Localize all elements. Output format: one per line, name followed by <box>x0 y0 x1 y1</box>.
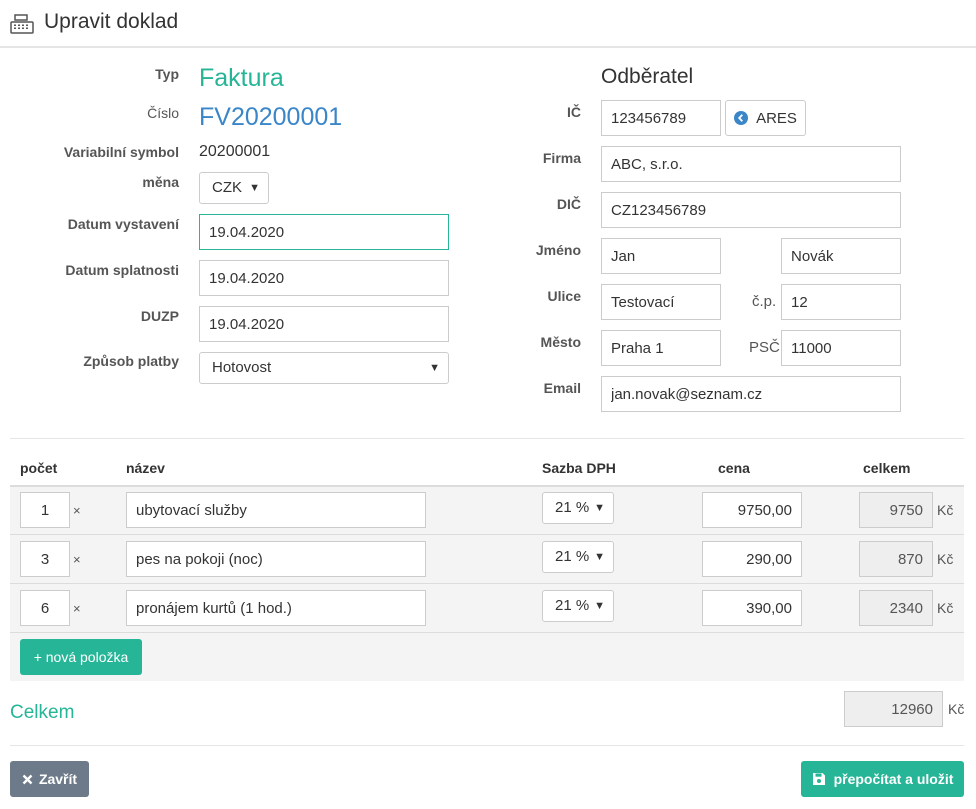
payment-method-label: Způsob platby <box>83 353 179 369</box>
caret-down-icon: ▼ <box>249 182 260 194</box>
item-vat-value: 21 % <box>555 548 590 565</box>
item-vat-select[interactable]: 21 % ▼ <box>542 590 614 622</box>
save-icon <box>812 773 825 785</box>
times-sign: × <box>73 601 81 616</box>
currency-label: měna <box>142 174 179 190</box>
type-label: Typ <box>155 66 179 82</box>
currency-select[interactable]: CZK ▼ <box>199 172 269 204</box>
caret-down-icon: ▼ <box>594 502 605 514</box>
item-count-input[interactable] <box>20 541 70 577</box>
summary-total-field <box>844 691 943 727</box>
currency-unit: Kč <box>937 551 954 567</box>
currency-unit: Kč <box>937 600 954 616</box>
times-sign: × <box>73 503 81 518</box>
duzp-input[interactable] <box>199 306 449 342</box>
column-vat: Sazba DPH <box>542 460 616 476</box>
currency-select-value: CZK <box>212 179 242 196</box>
table-footer <box>10 632 964 681</box>
email-input[interactable] <box>601 376 901 412</box>
item-vat-select[interactable]: 21 % ▼ <box>542 541 614 573</box>
caret-down-icon: ▼ <box>429 362 440 374</box>
dic-input[interactable] <box>601 192 901 228</box>
item-price-input[interactable] <box>702 590 802 626</box>
item-vat-value: 21 % <box>555 597 590 614</box>
postal-code-label: PSČ <box>749 339 780 356</box>
cash-register-icon <box>10 14 34 34</box>
document-type: Faktura <box>199 64 284 92</box>
divider <box>10 438 964 439</box>
document-number: FV20200001 <box>199 103 343 131</box>
column-count: počet <box>20 460 58 476</box>
postal-code-input[interactable] <box>781 330 901 366</box>
first-name-input[interactable] <box>601 238 721 274</box>
column-price: cena <box>718 460 750 476</box>
item-price-input[interactable] <box>702 492 802 528</box>
payment-method-select[interactable]: Hotovost ▼ <box>199 352 449 384</box>
name-label: Jméno <box>535 242 581 258</box>
item-price-input[interactable] <box>702 541 802 577</box>
recalculate-save-label: přepočítat a uložit <box>833 771 954 787</box>
close-icon <box>22 774 33 784</box>
summary-label: Celkem <box>10 702 75 723</box>
duzp-label: DUZP <box>140 308 179 324</box>
close-button-label: Zavřít <box>38 771 78 787</box>
times-sign: × <box>73 552 81 567</box>
city-input[interactable] <box>601 330 721 366</box>
summary-currency: Kč <box>948 701 965 717</box>
street-input[interactable] <box>601 284 721 320</box>
firm-label: Firma <box>542 150 581 166</box>
divider <box>10 745 964 746</box>
close-button[interactable]: Zavřít <box>10 761 89 797</box>
customer-heading: Odběratel <box>601 65 694 88</box>
item-vat-value: 21 % <box>555 499 590 516</box>
house-number-label: č.p. <box>752 293 777 310</box>
due-date-input[interactable] <box>199 260 449 296</box>
item-vat-select[interactable]: 21 % ▼ <box>542 492 614 524</box>
modal-header: Upravit doklad <box>0 0 976 48</box>
dic-label: DIČ <box>556 196 581 212</box>
issue-date-input[interactable] <box>199 214 449 250</box>
email-label: Email <box>543 380 581 396</box>
caret-down-icon: ▼ <box>594 551 605 563</box>
item-count-input[interactable] <box>20 492 70 528</box>
payment-method-value: Hotovost <box>212 359 272 376</box>
last-name-input[interactable] <box>781 238 901 274</box>
item-count-input[interactable] <box>20 590 70 626</box>
variable-symbol-value: 20200001 <box>199 143 271 160</box>
currency-unit: Kč <box>937 502 954 518</box>
chevron-left-circle-icon <box>734 111 749 125</box>
item-total-field <box>859 492 933 528</box>
item-name-input[interactable] <box>126 492 426 528</box>
house-number-input[interactable] <box>781 284 901 320</box>
issue-date-label: Datum vystavení <box>67 216 179 232</box>
recalculate-save-button[interactable]: přepočítat a uložit <box>801 761 964 797</box>
ic-label: IČ <box>567 104 581 120</box>
modal-title: Upravit doklad <box>44 10 179 33</box>
city-label: Město <box>540 334 581 350</box>
item-name-input[interactable] <box>126 590 426 626</box>
due-date-label: Datum splatnosti <box>65 262 179 278</box>
ares-button-label: ARES <box>756 109 797 127</box>
item-name-input[interactable] <box>126 541 426 577</box>
ares-button[interactable]: ARES <box>725 100 806 136</box>
caret-down-icon: ▼ <box>594 600 605 612</box>
add-item-button[interactable]: + nová položka <box>20 639 142 675</box>
item-total-field <box>859 541 933 577</box>
variable-symbol-label: Variabilní symbol <box>63 144 179 160</box>
street-label: Ulice <box>547 288 581 304</box>
ic-input[interactable] <box>601 100 721 136</box>
column-total: celkem <box>863 460 911 476</box>
item-total-field <box>859 590 933 626</box>
number-label: Číslo <box>147 105 179 121</box>
firm-input[interactable] <box>601 146 901 182</box>
column-name: název <box>126 460 165 476</box>
